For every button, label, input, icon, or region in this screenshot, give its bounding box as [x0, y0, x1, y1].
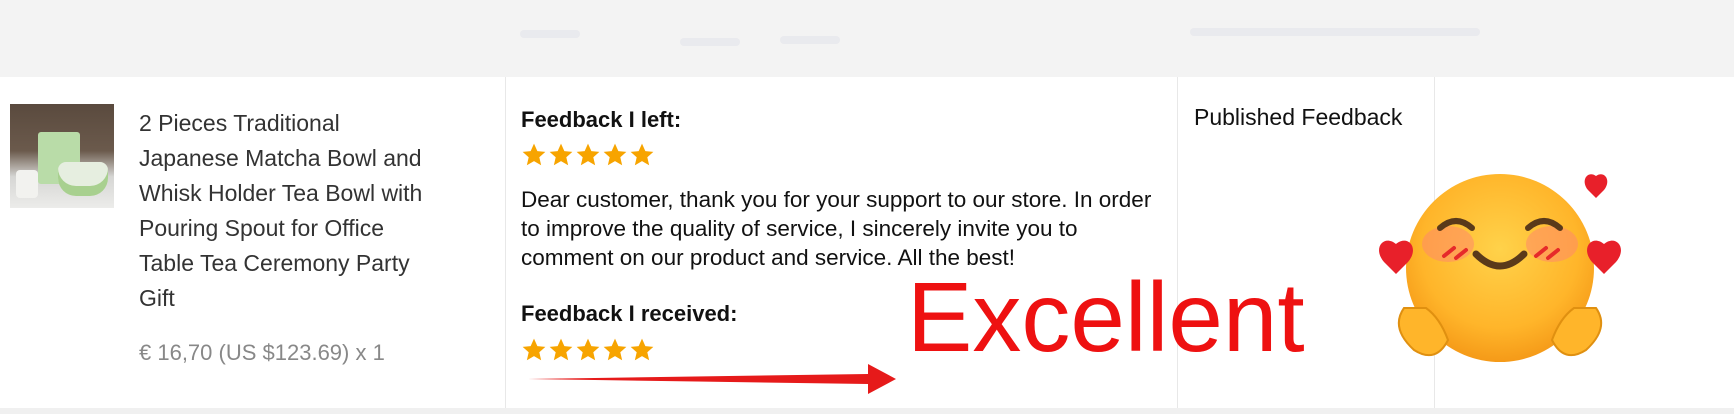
- star-icon: [603, 143, 627, 166]
- product-thumbnail[interactable]: [10, 104, 114, 208]
- star-icon: [576, 338, 600, 361]
- matcha-bowl-shape: [58, 162, 108, 196]
- shy-smiling-emoji-icon: [1379, 174, 1621, 362]
- blurred-header-text: [520, 30, 580, 38]
- star-icon: [522, 143, 546, 166]
- published-feedback-status: Published Feedback: [1194, 104, 1403, 130]
- blurred-header-text: [780, 36, 840, 44]
- feedback-left-text: Dear customer, thank you for your suppor…: [521, 187, 1152, 270]
- product-title-link[interactable]: 2 Pieces Traditional Japanese Matcha Bow…: [139, 106, 439, 316]
- star-icon: [522, 338, 546, 361]
- column-divider: [505, 77, 506, 410]
- blurred-header-text: [1190, 28, 1480, 36]
- product-price: € 16,70 (US $123.69) x 1: [139, 340, 385, 365]
- feedback-left-stars: [521, 142, 655, 168]
- feedback-left-label: Feedback I left:: [521, 107, 682, 132]
- star-icon: [549, 338, 573, 361]
- blurred-header-text: [680, 38, 740, 46]
- red-arrow-icon: [528, 364, 896, 394]
- feedback-received-label: Feedback I received:: [521, 301, 738, 326]
- star-icon: [576, 143, 600, 166]
- excellent-overlay-text: Excellent: [907, 262, 1305, 372]
- blurred-header-bar: [0, 0, 1734, 77]
- star-icon: [630, 338, 654, 361]
- whisk-holder-shape: [16, 170, 38, 198]
- row-bottom-border: [0, 408, 1734, 414]
- feedback-received-stars: [521, 337, 655, 363]
- star-icon: [630, 143, 654, 166]
- star-icon: [603, 338, 627, 361]
- star-icon: [549, 143, 573, 166]
